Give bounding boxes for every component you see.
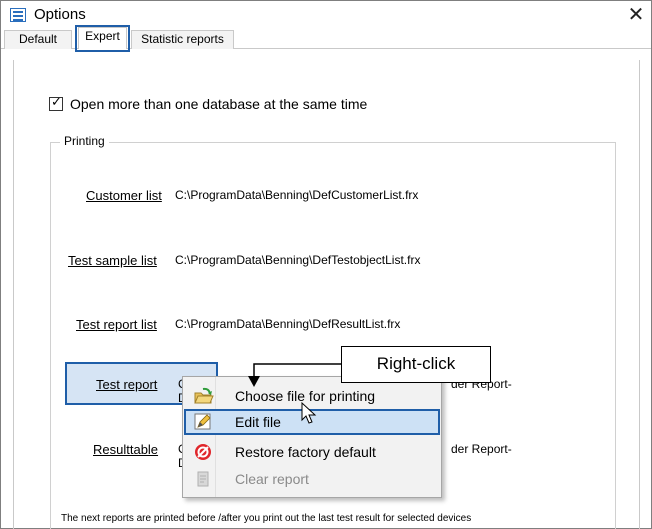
close-icon[interactable]: ✕ [621,2,651,28]
menu-item-choose-file-label: Choose file for printing [235,388,376,404]
menu-item-restore-default-label: Restore factory default [235,444,376,460]
footer-note: The next reports are printed before /aft… [61,513,472,524]
resulttable-link[interactable]: Resulttable [93,442,158,457]
restore-icon [194,443,212,461]
printing-group-title: Printing [60,134,109,148]
resulttable-path-end: der Report- [451,442,512,456]
window-title: Options [34,6,86,23]
test-report-list-path: C:\ProgramData\Benning\DefResultList.frx [175,317,401,331]
menu-item-edit-file[interactable]: Edit file [184,409,440,435]
test-report-list-link[interactable]: Test report list [76,317,157,332]
customer-list-link[interactable]: Customer list [86,188,162,203]
menu-item-choose-file[interactable]: Choose file for printing [184,383,440,409]
menu-item-clear-report-label: Clear report [235,471,309,487]
options-app-icon [10,8,26,22]
menu-item-edit-file-label: Edit file [235,414,281,430]
context-menu: Choose file for printing Edit file Resto… [182,376,442,498]
clear-report-icon [194,470,212,488]
tab-statistic-reports[interactable]: Statistic reports [131,30,234,49]
test-sample-list-link[interactable]: Test sample list [68,253,157,268]
tab-default[interactable]: Default [4,30,72,49]
right-click-callout: Right-click [341,346,491,383]
test-sample-list-path: C:\ProgramData\Benning\DefTestobjectList… [175,253,421,267]
customer-list-path: C:\ProgramData\Benning\DefCustomerList.f… [175,188,419,202]
open-folder-icon [194,387,214,405]
edit-icon [194,413,212,431]
menu-item-clear-report[interactable]: Clear report [184,466,440,492]
multi-database-checkbox[interactable] [49,95,63,111]
tab-highlight-frame [75,25,130,52]
test-report-link[interactable]: Test report [96,377,157,392]
multi-database-label: Open more than one database at the same … [70,96,368,112]
menu-item-restore-default[interactable]: Restore factory default [184,439,440,465]
